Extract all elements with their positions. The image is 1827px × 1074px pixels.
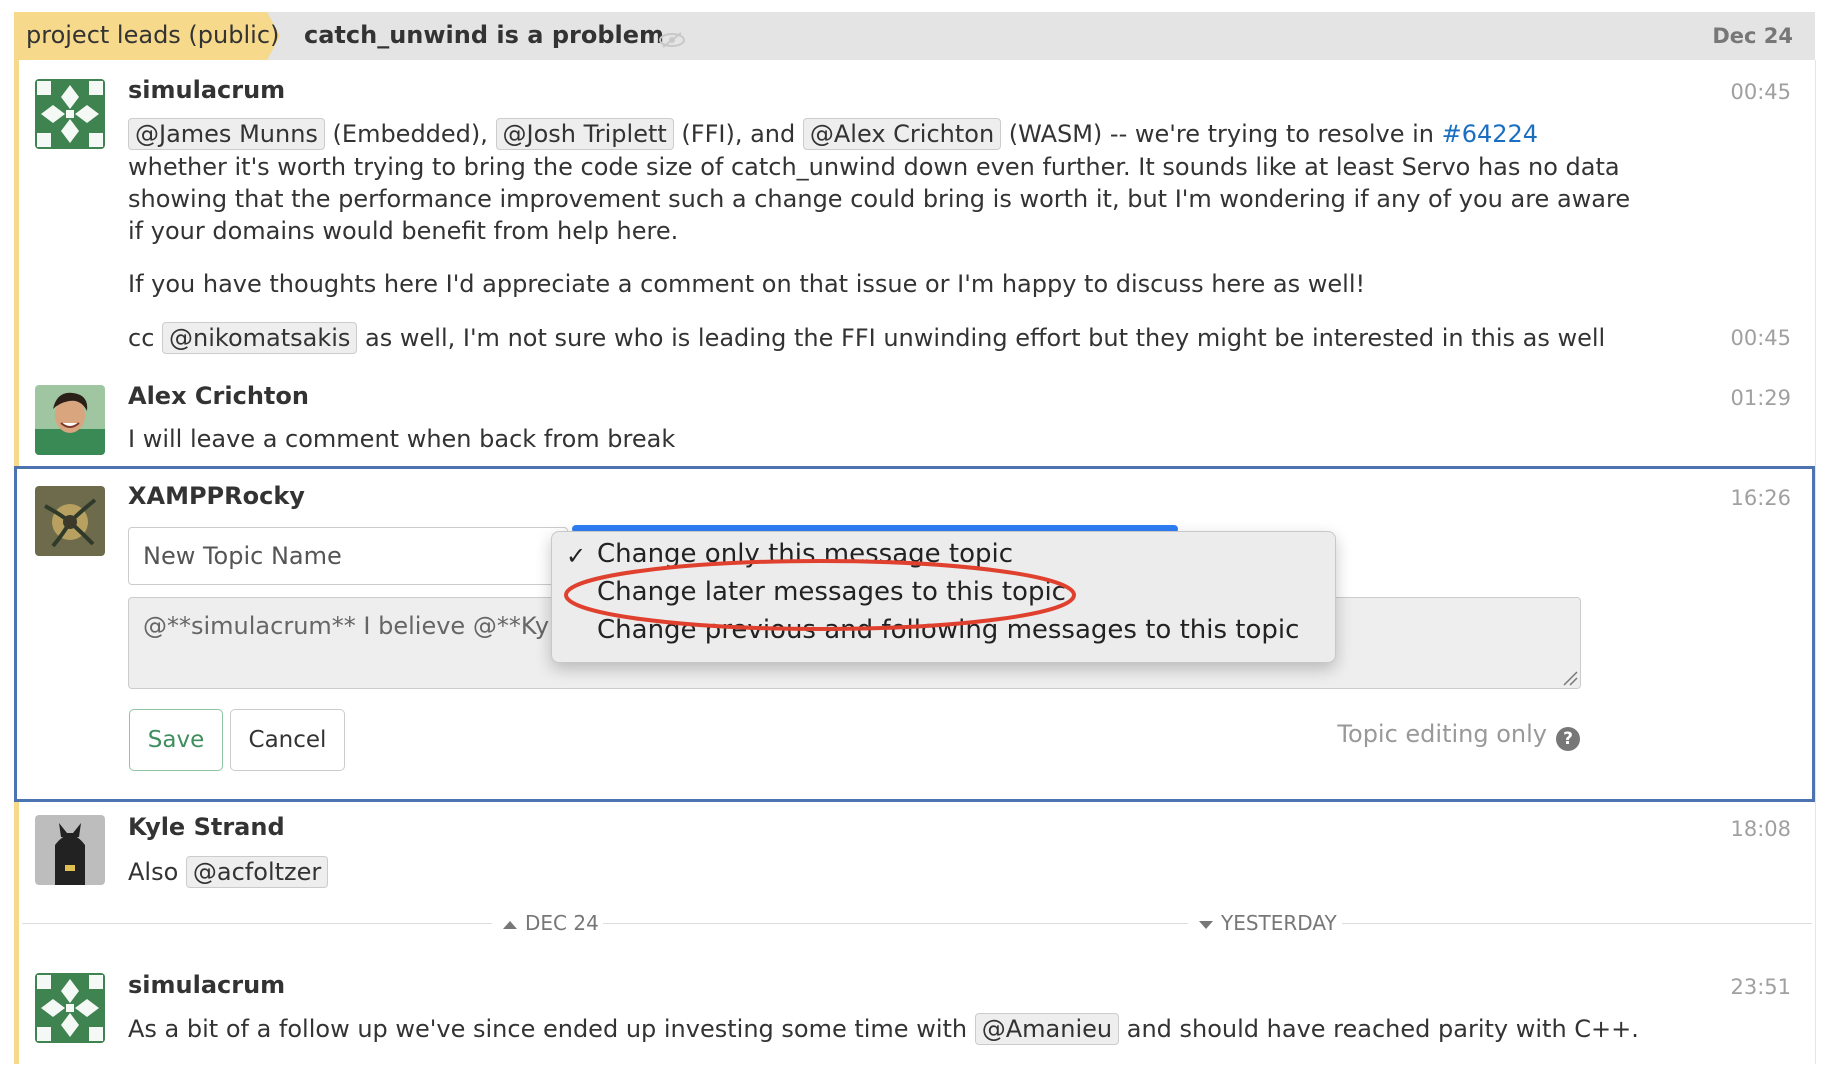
message-text: whether it's worth trying to bring the c… (128, 153, 1620, 181)
dropdown-option-change-all[interactable]: Change previous and following messages t… (597, 615, 1299, 645)
message-text: as well, I'm not sure who is leading the… (357, 324, 1606, 352)
user-mention[interactable]: @James Munns (128, 118, 325, 150)
message-sender[interactable]: simulacrum (128, 76, 285, 104)
avatar[interactable] (35, 385, 105, 455)
message-sender[interactable]: simulacrum (128, 971, 285, 999)
date-divider-label: DEC 24 (503, 911, 599, 935)
caret-down-icon (1199, 920, 1213, 929)
message-text: I will leave a comment when back from br… (128, 425, 676, 453)
user-mention[interactable]: @Josh Triplett (495, 118, 674, 150)
issue-link[interactable]: #64224 (1442, 120, 1538, 148)
avatar[interactable] (35, 973, 105, 1043)
topic-name-input[interactable]: New Topic Name (128, 527, 568, 585)
message-time[interactable]: 00:45 (1730, 80, 1791, 104)
divider-date-left: DEC 24 (525, 911, 599, 935)
message-time[interactable]: 23:51 (1730, 975, 1791, 999)
message-time[interactable]: 01:29 (1730, 386, 1791, 410)
stream-name-tag[interactable]: project leads (public) (14, 12, 280, 60)
message-time[interactable]: 18:08 (1730, 817, 1791, 841)
dropdown-option-change-one[interactable]: Change only this message topic (597, 539, 1013, 569)
message-text: If you have thoughts here I'd appreciate… (128, 270, 1366, 298)
message-sender[interactable]: XAMPPRocky (128, 482, 305, 510)
message-text: (WASM) -- we're trying to resolve in (1001, 120, 1442, 148)
resize-handle-icon[interactable] (1562, 670, 1578, 686)
user-mention[interactable]: @Amanieu (974, 1013, 1120, 1045)
caret-up-icon (503, 920, 517, 929)
question-circle-icon[interactable]: ? (1556, 727, 1580, 751)
date-divider-label: YESTERDAY (1199, 911, 1337, 935)
avatar[interactable] (35, 815, 105, 885)
topic-title[interactable]: catch_unwind is a problem (304, 21, 664, 49)
message-text: and should have reached parity with C++. (1119, 1015, 1639, 1043)
avatar[interactable] (35, 79, 105, 149)
header-date: Dec 24 (1712, 24, 1793, 48)
message-sender[interactable]: Alex Crichton (128, 382, 309, 410)
avatar[interactable] (35, 486, 105, 556)
message-text: Also (128, 858, 186, 886)
message-time[interactable]: 00:45 (1730, 326, 1791, 350)
divider-date-right: YESTERDAY (1221, 911, 1337, 935)
message-text: cc (128, 324, 163, 352)
message-text: (FFI), and (673, 120, 803, 148)
message-line: @James Munns (Embedded), @Josh Triplett … (128, 118, 1538, 150)
save-button[interactable]: Save (129, 709, 223, 771)
message-line: cc @nikomatsakis as well, I'm not sure w… (128, 322, 1605, 354)
message-text: if your domains would benefit from help … (128, 217, 679, 245)
message-time[interactable]: 16:26 (1730, 486, 1791, 510)
divider-line (603, 923, 1188, 924)
divider-line (1342, 923, 1812, 924)
user-mention[interactable]: @acfoltzer (185, 856, 329, 888)
user-mention[interactable]: @nikomatsakis (162, 322, 358, 354)
stream-name[interactable]: project leads (public) (26, 21, 279, 49)
topic-propagate-dropdown: ✓ Change only this message topic Change … (551, 531, 1336, 663)
eye-slash-icon[interactable] (658, 32, 686, 48)
checkmark-icon: ✓ (566, 542, 587, 570)
message-line: Also @acfoltzer (128, 856, 329, 888)
message-text: showing that the performance improvement… (128, 185, 1631, 213)
message-sender[interactable]: Kyle Strand (128, 813, 285, 841)
dropdown-option-change-later[interactable]: Change later messages to this topic (597, 577, 1066, 607)
message-text: As a bit of a follow up we've since ende… (128, 1015, 975, 1043)
message-line: As a bit of a follow up we've since ende… (128, 1013, 1639, 1045)
cancel-button[interactable]: Cancel (230, 709, 345, 771)
topic-header: project leads (public) catch_unwind is a… (14, 12, 1815, 60)
user-mention[interactable]: @Alex Crichton (802, 118, 1002, 150)
message-text: (Embedded), (324, 120, 496, 148)
topic-editing-only-label: Topic editing only (1337, 720, 1547, 748)
divider-line (22, 923, 492, 924)
